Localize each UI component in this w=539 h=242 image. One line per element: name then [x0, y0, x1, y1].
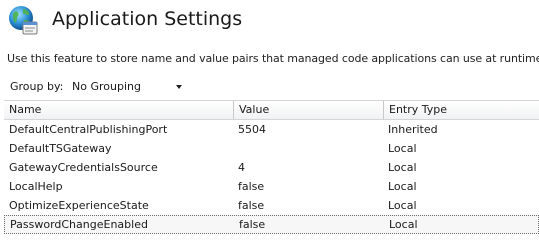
table-row[interactable]: DefaultTSGateway Local	[4, 139, 539, 158]
cell-name: GatewayCredentialsSource	[9, 161, 158, 174]
cell-entry-type: Local	[388, 199, 417, 212]
cell-entry-type: Local	[389, 218, 418, 231]
cell-entry-type: Local	[388, 180, 417, 193]
cell-value: false	[238, 180, 265, 193]
cell-name: DefaultTSGateway	[9, 142, 112, 155]
column-header-value[interactable]: Value	[233, 101, 383, 119]
cell-value	[233, 139, 383, 158]
page-title: Application Settings	[52, 8, 243, 30]
column-header-entry-type[interactable]: Entry Type	[383, 101, 539, 119]
page-header: Application Settings	[0, 0, 539, 40]
cell-entry-type: Local	[388, 161, 417, 174]
table-header: Name Value Entry Type	[4, 100, 539, 120]
cell-name: LocalHelp	[9, 180, 63, 193]
cell-value: false	[239, 218, 266, 231]
globe-settings-icon	[6, 3, 40, 37]
group-by-label: Group by:	[10, 80, 64, 93]
table-row[interactable]: LocalHelp false Local	[4, 177, 539, 196]
cell-entry-type: Local	[388, 142, 417, 155]
cell-value: false	[238, 199, 265, 212]
table-body: DefaultCentralPublishingPort 5504 Inheri…	[4, 120, 539, 234]
cell-value: 4	[238, 161, 245, 174]
group-by-bar: Group by: No Grouping	[0, 76, 539, 98]
dropdown-arrow-icon	[176, 85, 182, 89]
cell-name: DefaultCentralPublishingPort	[9, 123, 168, 136]
table-row[interactable]: DefaultCentralPublishingPort 5504 Inheri…	[4, 120, 539, 139]
cell-value: 5504	[238, 123, 266, 136]
page-description: Use this feature to store name and value…	[7, 52, 539, 65]
cell-name: OptimizeExperienceState	[9, 199, 149, 212]
cell-name: PasswordChangeEnabled	[10, 218, 148, 231]
group-by-dropdown[interactable]: No Grouping	[70, 78, 186, 96]
settings-table: Name Value Entry Type DefaultCentralPubl…	[4, 100, 539, 242]
table-row[interactable]: OptimizeExperienceState false Local	[4, 196, 539, 215]
table-row-selected[interactable]: PasswordChangeEnabled false Local	[4, 215, 539, 234]
group-by-selected-value: No Grouping	[72, 80, 141, 93]
cell-entry-type: Inherited	[388, 123, 438, 136]
column-header-name[interactable]: Name	[4, 101, 233, 119]
table-row[interactable]: GatewayCredentialsSource 4 Local	[4, 158, 539, 177]
